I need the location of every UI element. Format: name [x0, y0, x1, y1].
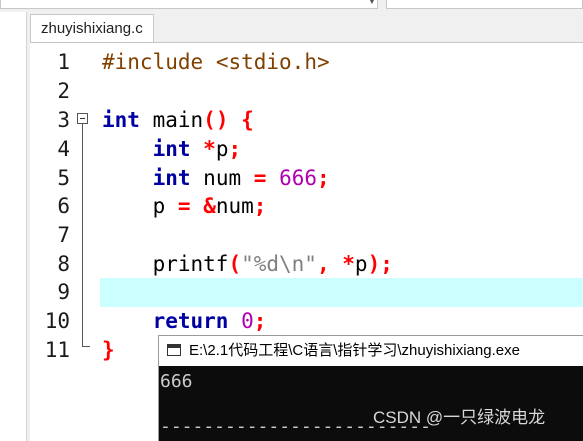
- operator: {: [241, 108, 254, 132]
- line-number: 10: [44, 309, 70, 333]
- toolbar-combo-left[interactable]: [0, 0, 378, 9]
- project-panel: [0, 12, 27, 441]
- code-line-10[interactable]: return 0;: [102, 307, 267, 336]
- identifier: p: [354, 252, 368, 276]
- line-number: 9: [57, 280, 70, 304]
- console-output: 666: [160, 371, 193, 392]
- string-literal: "%d\n": [241, 252, 317, 276]
- code-line-11[interactable]: }: [102, 336, 115, 365]
- identifier: p: [152, 194, 166, 218]
- toolbar-combo-right[interactable]: [386, 0, 583, 9]
- chevron-down-icon[interactable]: ▼: [366, 0, 378, 7]
- operator: }: [102, 338, 115, 362]
- tab-zhuyishixiang-c[interactable]: zhuyishixiang.c: [30, 14, 154, 42]
- operator: ;: [253, 309, 267, 333]
- operator: *: [203, 137, 216, 161]
- operator: &: [203, 194, 216, 218]
- line-number: 6: [57, 194, 70, 218]
- code-line-5[interactable]: int num = 666;: [102, 164, 330, 193]
- line-number: 3: [57, 108, 70, 132]
- console-title: E:\2.1代码工程\C语言\指针学习\zhuyishixiang.exe: [189, 342, 520, 359]
- operator: (: [203, 108, 216, 132]
- operator: (: [228, 252, 242, 276]
- operator: ;: [317, 166, 330, 190]
- watermark: CSDN @一只绿波电龙: [373, 408, 546, 427]
- code-line-4[interactable]: int *p;: [102, 135, 242, 164]
- operator: ;: [253, 194, 267, 218]
- keyword: int: [102, 108, 140, 132]
- function-name: main: [152, 108, 204, 132]
- line-number: 11: [44, 338, 70, 362]
- identifier: num: [203, 166, 242, 190]
- console-title-bar[interactable]: E:\2.1代码工程\C语言\指针学习\zhuyishixiang.exe: [159, 336, 583, 366]
- fold-guide-end: [82, 346, 90, 347]
- fold-collapse-icon[interactable]: [77, 113, 88, 124]
- include-header: <stdio.h>: [215, 50, 330, 74]
- console-window-icon: [167, 344, 181, 356]
- operator: ): [215, 108, 229, 132]
- line-number: 5: [57, 166, 70, 190]
- operator: *: [342, 252, 355, 276]
- number-literal: 666: [279, 166, 318, 190]
- operator: ;: [380, 252, 393, 276]
- code-line-1[interactable]: #include <stdio.h>: [102, 48, 330, 77]
- function-call: printf: [152, 252, 229, 276]
- line-number: 1: [57, 50, 70, 74]
- top-toolbar: ▼: [0, 0, 583, 12]
- current-line-highlight: [100, 278, 583, 307]
- code-line-6[interactable]: p = &num;: [102, 192, 267, 221]
- identifier: num: [215, 194, 254, 218]
- code-line-8[interactable]: printf("%d\n", *p);: [102, 250, 393, 279]
- number-literal: 0: [241, 309, 254, 333]
- keyword: int: [152, 166, 191, 190]
- code-line-3[interactable]: int main() {: [102, 106, 254, 135]
- keyword: int: [152, 137, 191, 161]
- line-number: 8: [57, 252, 70, 276]
- keyword: return: [152, 309, 229, 333]
- fold-guide-line: [82, 124, 83, 346]
- operator: =: [177, 194, 191, 218]
- operator: =: [253, 166, 267, 190]
- operator: ,: [316, 252, 330, 276]
- line-number: 7: [57, 223, 70, 247]
- preprocessor-directive: #include: [102, 50, 204, 74]
- line-number: 4: [57, 137, 70, 161]
- identifier: p: [215, 137, 229, 161]
- operator: ;: [228, 137, 242, 161]
- line-number: 2: [57, 79, 70, 103]
- operator: ): [367, 252, 381, 276]
